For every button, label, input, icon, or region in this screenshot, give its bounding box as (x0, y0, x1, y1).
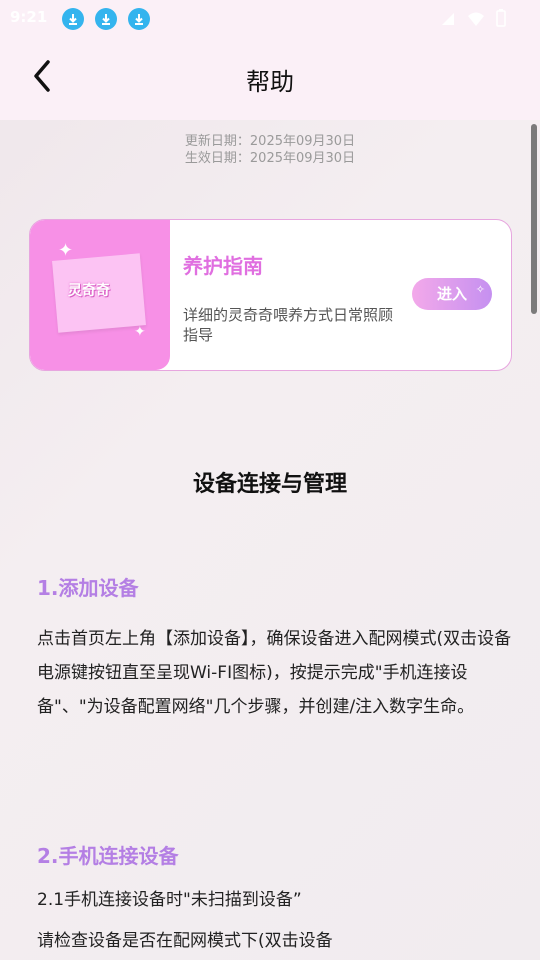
download-icon (128, 8, 150, 30)
subheading-no-device-found: 2.1手机连接设备时"未扫描到设备” (37, 890, 302, 910)
subheading-add-device: 1.添加设备 (37, 576, 139, 600)
paragraph-check-device: 请检查设备是否在配网模式下(双击设备 (37, 931, 333, 951)
sparkle-icon: ✦ (134, 324, 146, 340)
download-icon (95, 8, 117, 30)
sparkle-icon: ✦ (58, 240, 74, 261)
header: 帮助 (0, 36, 540, 120)
dates: 更新日期：2025年09月30日 生效日期：2025年09月30日 (0, 133, 540, 167)
enter-button-label: 进入 (436, 285, 467, 303)
updated-date: 更新日期：2025年09月30日 (184, 134, 356, 149)
system-icons (434, 9, 506, 31)
status-bar: 9:21 (0, 0, 540, 36)
enter-button[interactable]: 进入 ✧ (412, 278, 492, 310)
care-guide-image: ✦ ✦ 灵奇奇 (30, 220, 170, 370)
care-guide-card[interactable]: ✦ ✦ 灵奇奇 养护指南 详细的灵奇奇喂养方式日常照顾指导 进入 ✧ (29, 219, 512, 371)
signal-icon (440, 11, 456, 31)
brand-logo: 灵奇奇 (68, 283, 110, 299)
section-title: 设备连接与管理 (192, 472, 347, 497)
subheading-phone-connect: 2.手机连接设备 (37, 844, 179, 868)
card-title: 养护指南 (183, 254, 263, 278)
page-title: 帮助 (246, 68, 294, 96)
battery-icon (496, 9, 506, 31)
sparkle-icon: ✧ (475, 283, 485, 296)
download-icon (62, 8, 84, 30)
status-time: 9:21 (10, 8, 48, 26)
card-description: 详细的灵奇奇喂养方式日常照顾指导 (183, 306, 394, 344)
wifi-icon (467, 11, 485, 31)
paragraph-add-device: 点击首页左上角【添加设备】，确保设备进入配网模式(双击设备电源键按钮直至呈现Wi… (37, 629, 512, 717)
effective-date: 生效日期：2025年09月30日 (184, 151, 356, 166)
